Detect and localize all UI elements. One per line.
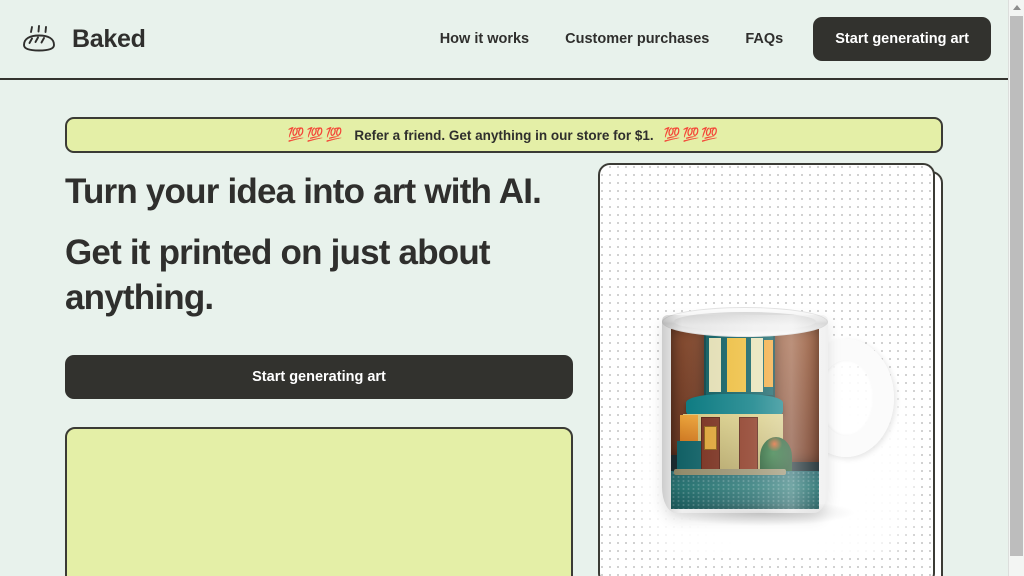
artwork-window-pane-right bbox=[750, 338, 763, 392]
main-nav: How it works Customer purchases FAQs Sta… bbox=[422, 17, 991, 61]
mug-printed-artwork bbox=[671, 329, 819, 509]
page-viewport: Baked How it works Customer purchases FA… bbox=[0, 0, 1008, 576]
brand-name: Baked bbox=[72, 24, 146, 53]
hundred-points-emoji-right: 💯💯💯 bbox=[663, 127, 721, 143]
nav-item-how-it-works[interactable]: How it works bbox=[422, 31, 547, 47]
hero-headline-line-2: Get it printed on just about anything. bbox=[65, 232, 491, 317]
prompt-input-card[interactable] bbox=[65, 427, 573, 576]
coffee-mug-product-image bbox=[636, 305, 916, 555]
header-start-generating-art-button[interactable]: Start generating art bbox=[813, 17, 991, 61]
mug-inner-cavity bbox=[674, 312, 816, 331]
product-showcase bbox=[598, 163, 943, 576]
scrollbar-thumb[interactable] bbox=[1010, 16, 1023, 556]
artwork-window-pane-amber bbox=[764, 339, 774, 387]
referral-promo-banner[interactable]: 💯💯💯 Refer a friend. Get anything in our … bbox=[65, 117, 943, 153]
promo-banner-text: Refer a friend. Get anything in our stor… bbox=[354, 127, 654, 143]
scroll-up-arrow-icon[interactable] bbox=[1009, 0, 1024, 14]
page-scrollbar[interactable] bbox=[1008, 0, 1024, 576]
site-header: Baked How it works Customer purchases FA… bbox=[0, 0, 1008, 80]
artwork-right-door bbox=[739, 417, 759, 473]
hero-start-generating-art-button[interactable]: Start generating art bbox=[65, 355, 573, 400]
artwork-window-pane-lit bbox=[727, 338, 747, 392]
artwork-teal-panel bbox=[676, 440, 701, 473]
hero-content: Turn your idea into art with AI. Get it … bbox=[65, 170, 573, 576]
artwork-window-pane-left bbox=[709, 338, 722, 392]
hero-headline-line-1: Turn your idea into art with AI. bbox=[65, 172, 542, 211]
artwork-door-poster bbox=[703, 426, 717, 450]
artwork-curb bbox=[673, 469, 787, 475]
nav-item-customer-purchases[interactable]: Customer purchases bbox=[547, 31, 727, 47]
hundred-points-emoji-left: 💯💯💯 bbox=[287, 127, 345, 143]
brand-logo[interactable]: Baked bbox=[18, 24, 146, 54]
mug-body bbox=[662, 315, 828, 513]
nav-item-faqs[interactable]: FAQs bbox=[727, 31, 801, 47]
artwork-orange-flowers bbox=[765, 437, 784, 452]
artwork-teal-awning bbox=[685, 393, 784, 416]
bread-loaf-icon bbox=[23, 25, 55, 52]
showcase-card-front[interactable] bbox=[598, 163, 935, 576]
mug-ground-shadow bbox=[666, 504, 856, 526]
